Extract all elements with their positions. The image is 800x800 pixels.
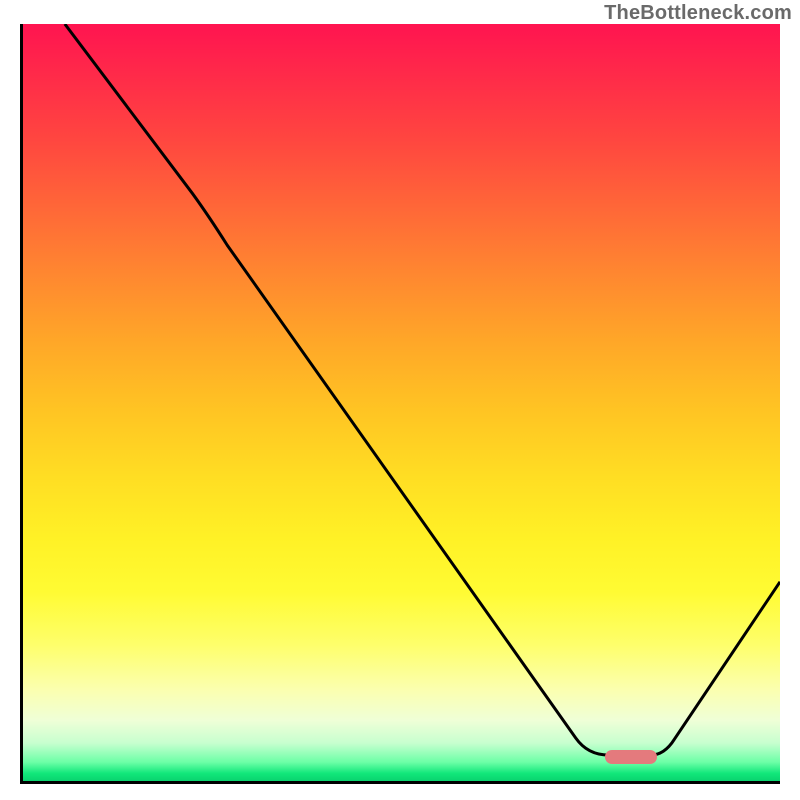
optimal-marker — [605, 750, 657, 764]
curve-path — [65, 24, 780, 755]
chart-container: TheBottleneck.com — [0, 0, 800, 800]
watermark-text: TheBottleneck.com — [604, 2, 792, 25]
plot-area — [20, 24, 780, 784]
bottleneck-curve — [23, 24, 780, 781]
